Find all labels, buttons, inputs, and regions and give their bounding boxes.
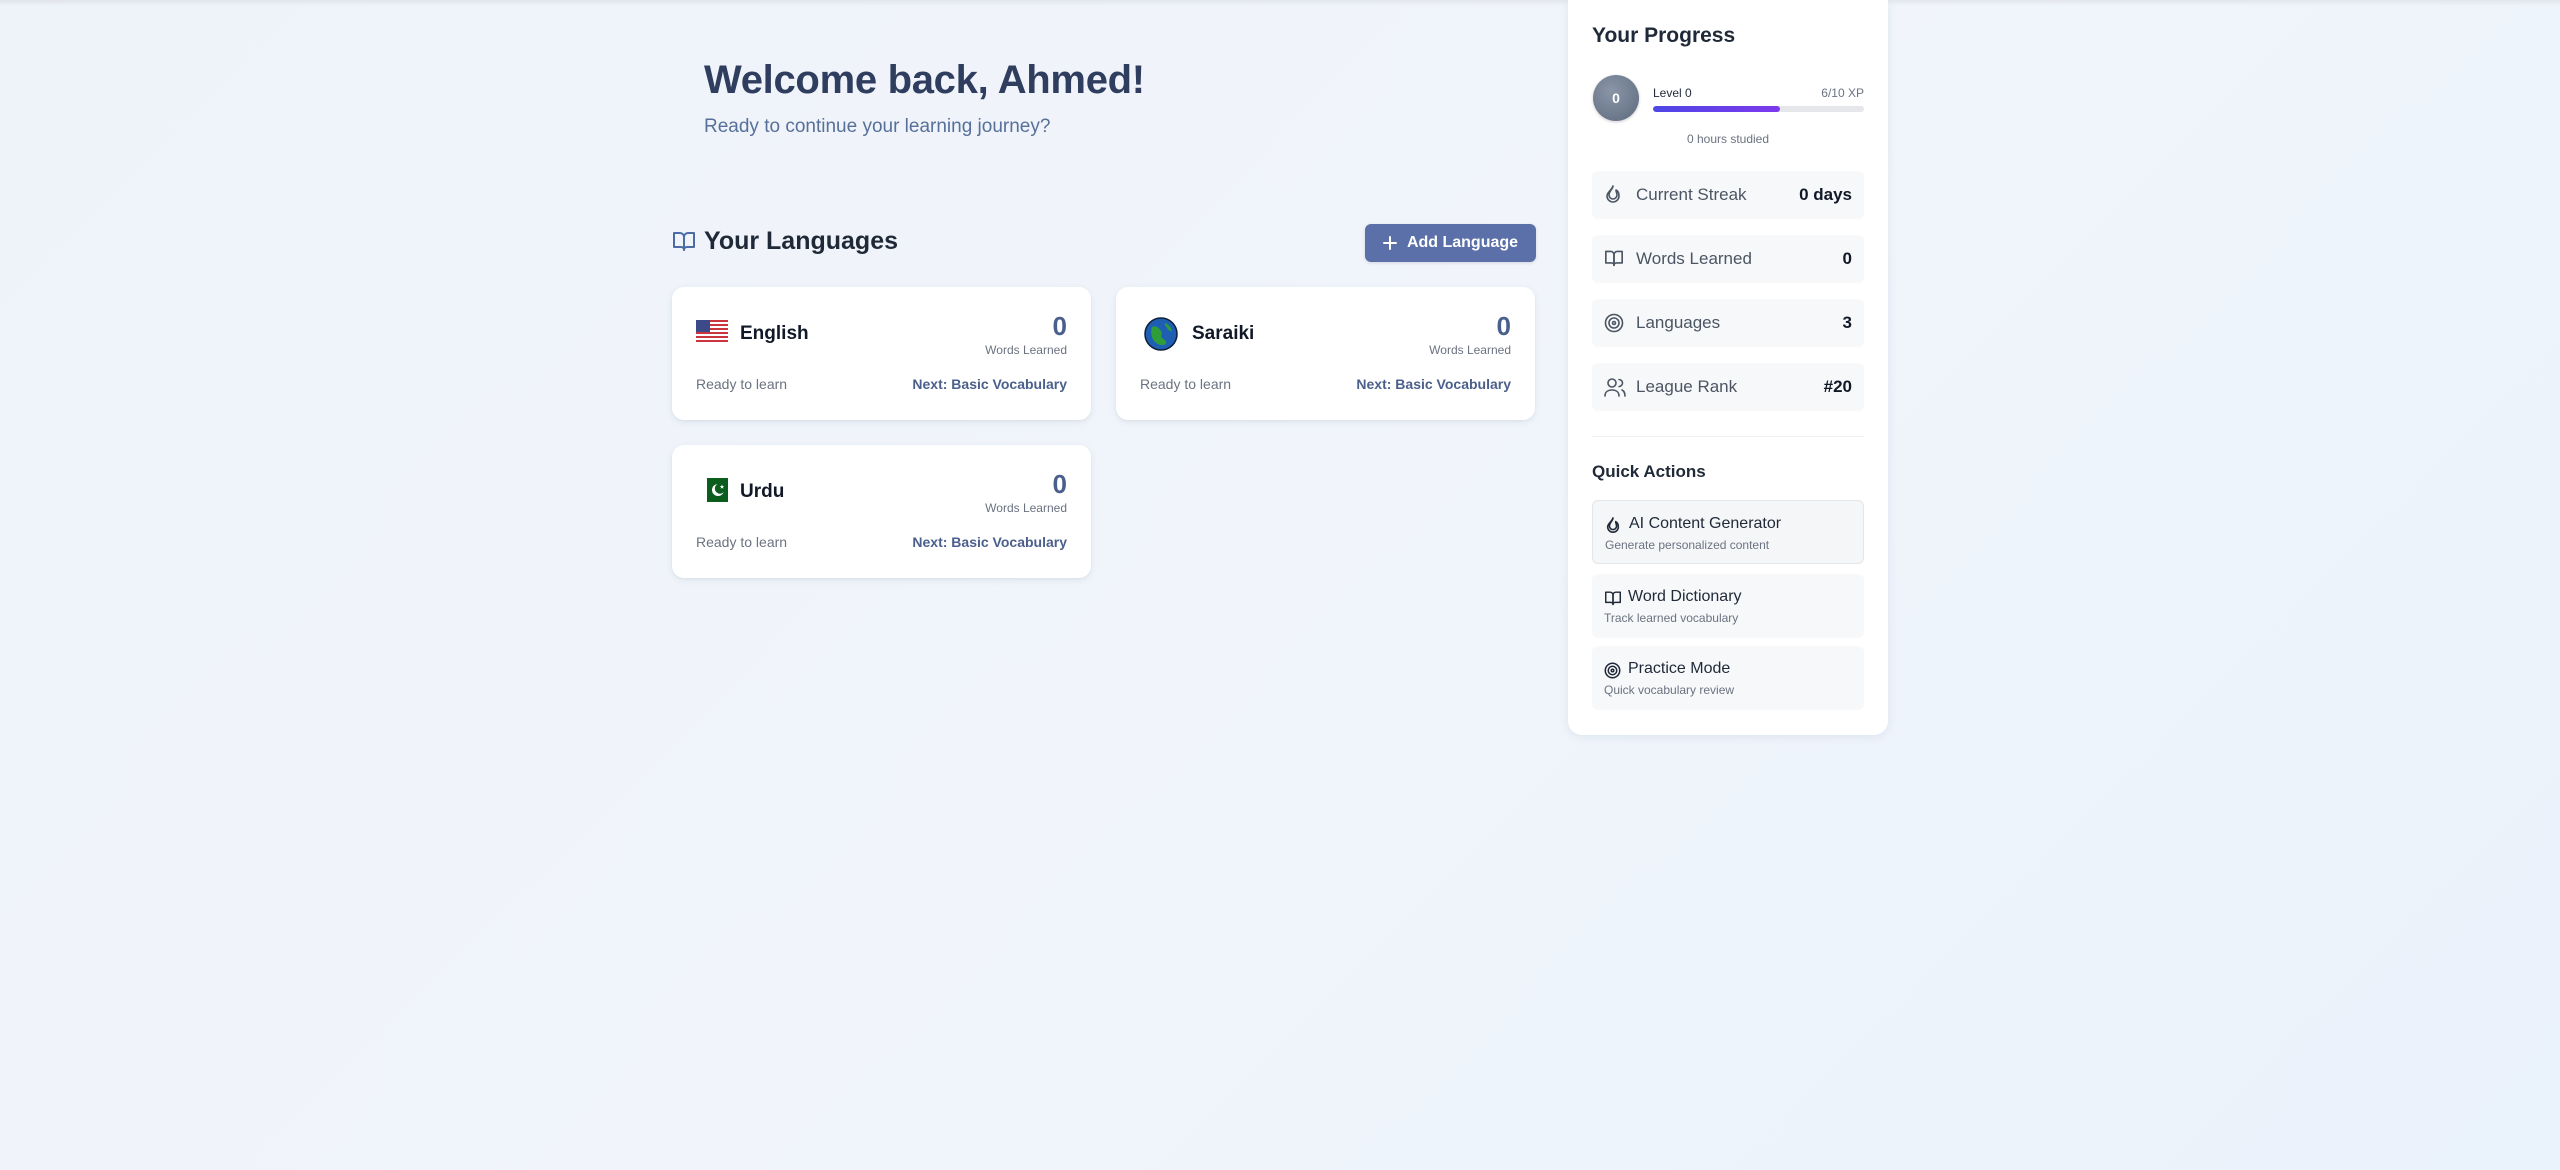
language-name: English <box>740 323 809 344</box>
language-card-english[interactable]: English 0 Words Learned Ready to learn N… <box>672 287 1091 420</box>
stat-label: Words Learned <box>1636 249 1752 268</box>
progress-panel: Your Progress 0 Level 0 6/10 XP 0 hours … <box>1568 0 1888 735</box>
stat-current-streak: Current Streak 0 days <box>1592 171 1864 219</box>
words-count-label: Words Learned <box>985 501 1067 515</box>
xp-progress-bar <box>1653 106 1864 112</box>
quick-action-desc: Quick vocabulary review <box>1604 683 1735 697</box>
plus-icon <box>1382 236 1397 250</box>
quick-action-practice-mode[interactable]: Practice Mode Quick vocabulary review <box>1592 646 1864 710</box>
flame-icon <box>1605 517 1621 535</box>
stat-league-rank: League Rank #20 <box>1592 363 1864 411</box>
language-card-saraiki[interactable]: Saraiki 0 Words Learned Ready to learn N… <box>1116 287 1535 420</box>
language-status: Ready to learn <box>696 376 788 392</box>
stat-value: #20 <box>1823 377 1852 396</box>
quick-action-title: Word Dictionary <box>1628 588 1742 605</box>
globe-icon <box>1144 317 1178 351</box>
level-label: Level 0 <box>1653 86 1692 100</box>
language-status: Ready to learn <box>1140 376 1232 392</box>
top-shadow <box>0 0 2560 6</box>
book-icon <box>672 230 696 252</box>
words-count-label: Words Learned <box>985 343 1067 357</box>
flame-icon <box>1604 185 1622 205</box>
welcome-title: Welcome back, Ahmed! <box>704 58 1145 102</box>
words-count: 0 <box>1052 311 1067 341</box>
quick-action-title: AI Content Generator <box>1629 515 1782 532</box>
words-count-label: Words Learned <box>1429 343 1511 357</box>
quick-action-ai-content-generator[interactable]: AI Content Generator Generate personaliz… <box>1592 500 1864 564</box>
words-count: 0 <box>1496 311 1511 341</box>
us-flag-icon <box>696 320 728 344</box>
xp-progress-fill <box>1653 106 1780 112</box>
add-language-label: Add Language <box>1406 234 1519 251</box>
stat-label: Languages <box>1636 313 1721 332</box>
stat-label: League Rank <box>1636 377 1738 396</box>
quick-action-word-dictionary[interactable]: Word Dictionary Track learned vocabulary <box>1592 574 1864 638</box>
languages-title: Your Languages <box>704 227 899 255</box>
level-badge: 0 <box>1593 75 1639 121</box>
target-icon <box>1604 662 1621 679</box>
quick-action-desc: Generate personalized content <box>1605 538 1770 552</box>
stat-value: 0 <box>1842 249 1852 268</box>
book-icon <box>1604 249 1624 267</box>
next-lesson-link[interactable]: Next: Basic Vocabulary <box>912 376 1067 392</box>
book-icon <box>1604 590 1622 606</box>
welcome-subtitle: Ready to continue your learning journey? <box>704 116 1051 137</box>
language-card-urdu[interactable]: Urdu 0 Words Learned Ready to learn Next… <box>672 445 1091 578</box>
language-status: Ready to learn <box>696 534 788 550</box>
divider <box>1592 436 1864 437</box>
progress-title: Your Progress <box>1592 24 1736 47</box>
pakistan-flag-icon <box>702 478 728 502</box>
languages-header: Your Languages Add Language <box>672 224 1536 262</box>
quick-action-desc: Track learned vocabulary <box>1604 611 1739 625</box>
stat-value: 3 <box>1842 313 1852 332</box>
words-count: 0 <box>1052 469 1067 499</box>
users-icon <box>1604 377 1626 397</box>
xp-label: 6/10 XP <box>1821 86 1864 100</box>
stat-value: 0 days <box>1799 185 1852 204</box>
next-lesson-link[interactable]: Next: Basic Vocabulary <box>1356 376 1511 392</box>
language-name: Urdu <box>740 481 785 502</box>
language-name: Saraiki <box>1192 323 1255 344</box>
add-language-button[interactable]: Add Language <box>1365 224 1536 262</box>
hours-studied: 0 hours studied <box>1686 132 1770 146</box>
stat-words-learned: Words Learned 0 <box>1592 235 1864 283</box>
target-icon <box>1604 313 1624 333</box>
quick-actions-title: Quick Actions <box>1592 462 1706 481</box>
quick-action-title: Practice Mode <box>1628 660 1731 677</box>
stat-label: Current Streak <box>1636 185 1747 204</box>
stat-languages: Languages 3 <box>1592 299 1864 347</box>
next-lesson-link[interactable]: Next: Basic Vocabulary <box>912 534 1067 550</box>
